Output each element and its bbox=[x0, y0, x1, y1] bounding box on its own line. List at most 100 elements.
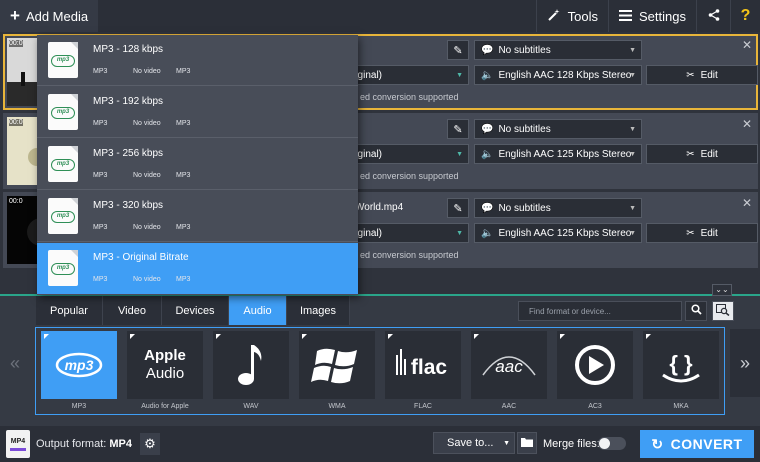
tab-devices[interactable]: Devices bbox=[162, 296, 229, 325]
tab-label: Devices bbox=[175, 304, 215, 317]
format-label: MKA bbox=[673, 403, 689, 410]
preset-audio: MP3 bbox=[176, 276, 191, 283]
preset-format: MP3 bbox=[93, 68, 108, 75]
aac-icon: aac bbox=[482, 356, 536, 376]
format-label: MP3 bbox=[71, 403, 87, 410]
subtitles-dropdown[interactable]: 💬 No subtitles ▼ bbox=[474, 119, 642, 139]
tab-images[interactable]: Images bbox=[287, 296, 350, 325]
save-to-label: Save to... bbox=[447, 437, 494, 449]
music-note-icon bbox=[238, 345, 262, 385]
preset-format: MP3 bbox=[93, 276, 108, 283]
mp4-file-icon: MP4 bbox=[6, 430, 30, 458]
subtitles-value: No subtitles bbox=[498, 44, 551, 56]
preset-item[interactable]: mp3 MP3 - 320 kbps MP3 No video MP3 bbox=[37, 191, 358, 242]
edit-label: Edit bbox=[700, 148, 718, 160]
preset-video: No video bbox=[133, 276, 161, 283]
detect-device-button[interactable] bbox=[712, 301, 734, 321]
video-thumbnail[interactable]: 00:0 bbox=[7, 196, 41, 264]
rename-button[interactable]: ✎ bbox=[447, 119, 469, 139]
edit-button[interactable]: ✂ Edit bbox=[646, 223, 758, 243]
open-folder-button[interactable] bbox=[517, 432, 537, 454]
settings-button[interactable]: Settings bbox=[608, 0, 696, 32]
preset-popup-list: mp3 MP3 - 128 kbps MP3 No video MP3 mp3 … bbox=[37, 35, 358, 295]
rename-button[interactable]: ✎ bbox=[447, 198, 469, 218]
format-search-input[interactable] bbox=[518, 301, 682, 321]
audio-track-dropdown[interactable]: 🔈 English AAC 125 Kbps Stereo ▼ bbox=[474, 223, 642, 243]
format-tile-aac[interactable]: aac bbox=[471, 331, 547, 399]
tab-video[interactable]: Video bbox=[103, 296, 162, 325]
video-track-dropdown[interactable]: riginal) ▼ bbox=[345, 144, 469, 164]
tab-audio[interactable]: Audio bbox=[229, 296, 287, 325]
preset-item[interactable]: mp3 MP3 - 128 kbps MP3 No video MP3 bbox=[37, 35, 358, 86]
subtitles-dropdown[interactable]: 💬 No subtitles ▼ bbox=[474, 198, 642, 218]
audio-track-value: English AAC 128 Kbps Stereo bbox=[498, 69, 632, 81]
file-name: World.mp4 bbox=[355, 202, 404, 213]
remove-file-icon[interactable]: ✕ bbox=[742, 117, 752, 131]
preset-item[interactable]: mp3 MP3 - 192 kbps MP3 No video MP3 bbox=[37, 87, 358, 138]
merge-files-toggle[interactable] bbox=[598, 437, 626, 450]
mp3-file-icon: mp3 bbox=[48, 250, 78, 286]
rename-button[interactable]: ✎ bbox=[447, 40, 469, 60]
format-search-button[interactable] bbox=[685, 301, 707, 321]
format-label: AAC bbox=[501, 403, 517, 410]
tab-label: Audio bbox=[243, 304, 272, 317]
preset-item-selected[interactable]: mp3 MP3 - Original Bitrate MP3 No video … bbox=[37, 243, 358, 294]
tab-popular[interactable]: Popular bbox=[36, 296, 103, 325]
scroll-left-arrow[interactable]: « bbox=[0, 329, 30, 397]
tools-button[interactable]: Tools bbox=[535, 0, 608, 32]
thumbnail-duration: 00:0 bbox=[9, 119, 23, 126]
windows-logo-icon bbox=[311, 348, 357, 384]
format-tile-ac3[interactable] bbox=[557, 331, 633, 399]
preset-audio: MP3 bbox=[176, 224, 191, 231]
remove-file-icon[interactable]: ✕ bbox=[742, 38, 752, 52]
convert-label: CONVERT bbox=[670, 436, 743, 452]
device-search-icon bbox=[716, 303, 730, 319]
convert-button[interactable]: ↻ CONVERT bbox=[640, 430, 754, 458]
video-thumbnail[interactable]: 00:0 bbox=[7, 38, 41, 106]
format-tile-flac[interactable]: flac bbox=[385, 331, 461, 399]
format-tile-mp3[interactable]: mp3 bbox=[41, 331, 117, 399]
chevron-down-icon: ▼ bbox=[629, 46, 636, 54]
format-label: AC3 bbox=[588, 403, 602, 410]
audio-track-dropdown[interactable]: 🔈 English AAC 128 Kbps Stereo ▼ bbox=[474, 65, 642, 85]
scroll-right-arrow[interactable]: » bbox=[730, 329, 760, 397]
svg-text:{ }: { } bbox=[669, 351, 693, 376]
preset-title: MP3 - 320 kbps bbox=[93, 200, 164, 211]
conversion-note: ed conversion supported bbox=[360, 171, 459, 181]
subtitles-dropdown[interactable]: 💬 No subtitles ▼ bbox=[474, 40, 642, 60]
subtitles-value: No subtitles bbox=[498, 123, 551, 135]
scissors-icon: ✂ bbox=[686, 227, 695, 239]
audio-track-dropdown[interactable]: 🔈 English AAC 125 Kbps Stereo ▼ bbox=[474, 144, 642, 164]
edit-button[interactable]: ✂ Edit bbox=[646, 65, 758, 85]
chevron-left-icon: « bbox=[9, 352, 20, 373]
share-button[interactable] bbox=[696, 0, 730, 32]
chevron-down-icon: ▼ bbox=[503, 439, 510, 447]
preset-format: MP3 bbox=[93, 120, 108, 127]
save-to-button[interactable]: Save to... ▼ bbox=[433, 432, 515, 454]
format-tile-mka[interactable]: { } bbox=[643, 331, 719, 399]
video-track-dropdown[interactable]: riginal) ▼ bbox=[345, 223, 469, 243]
tab-label: Images bbox=[299, 304, 337, 317]
add-media-button[interactable]: + Add Media bbox=[0, 0, 98, 32]
merge-files-label: Merge files: bbox=[543, 438, 600, 450]
edit-button[interactable]: ✂ Edit bbox=[646, 144, 758, 164]
output-settings-button[interactable]: ⚙ bbox=[140, 433, 160, 455]
video-thumbnail[interactable]: 00:0 bbox=[7, 117, 41, 185]
conversion-note: ed conversion supported bbox=[360, 92, 459, 102]
format-tile-apple-audio[interactable]: Apple Audio bbox=[127, 331, 203, 399]
plus-icon: + bbox=[10, 6, 20, 25]
chevron-down-icon: ▼ bbox=[629, 71, 636, 79]
remove-file-icon[interactable]: ✕ bbox=[742, 196, 752, 210]
chevron-down-icon: ▼ bbox=[456, 150, 463, 158]
video-track-dropdown[interactable]: riginal) ▼ bbox=[345, 65, 469, 85]
preset-item[interactable]: mp3 MP3 - 256 kbps MP3 No video MP3 bbox=[37, 139, 358, 190]
preset-video: No video bbox=[133, 172, 161, 179]
tools-label: Tools bbox=[567, 8, 599, 24]
help-button[interactable]: ? bbox=[730, 0, 760, 32]
edit-label: Edit bbox=[700, 69, 718, 81]
preset-audio: MP3 bbox=[176, 68, 191, 75]
format-tile-wma[interactable] bbox=[299, 331, 375, 399]
collapse-panel-button[interactable]: ⌄⌄ bbox=[712, 284, 732, 296]
format-tile-wav[interactable] bbox=[213, 331, 289, 399]
format-label: Audio for Apple bbox=[141, 403, 189, 410]
